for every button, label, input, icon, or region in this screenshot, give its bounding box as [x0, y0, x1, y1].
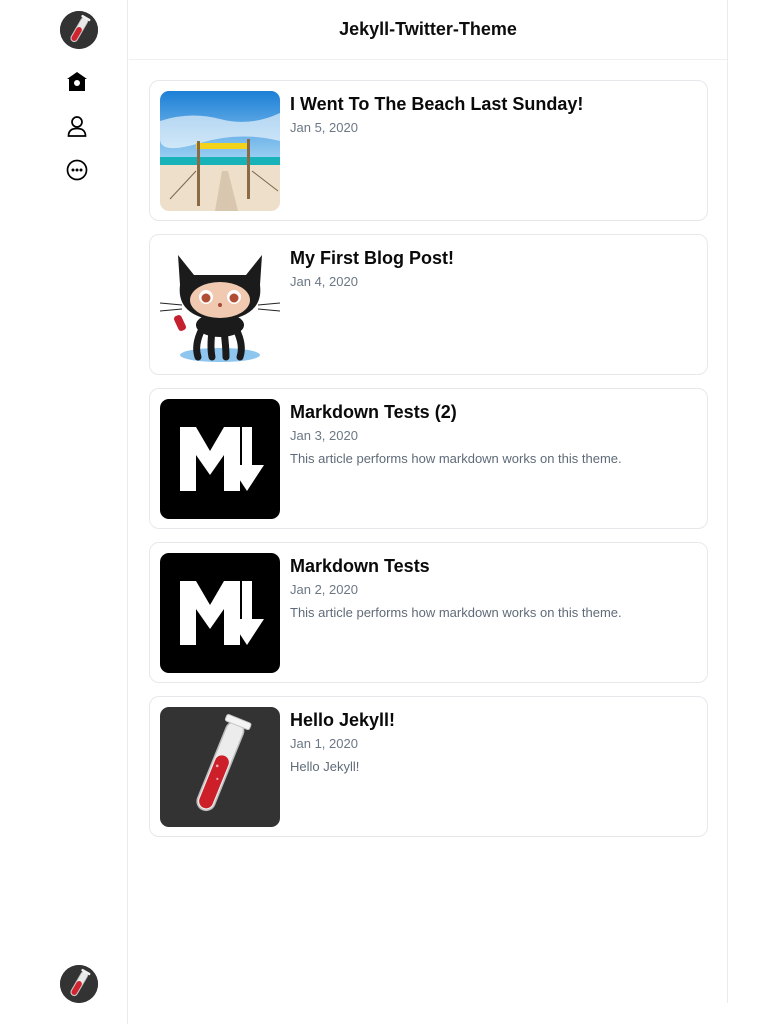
- post-date: Jan 5, 2020: [290, 120, 358, 135]
- test-tube-thumbnail[interactable]: [160, 707, 280, 827]
- page-header: Jekyll-Twitter-Theme: [129, 0, 727, 60]
- main-timeline: Jekyll-Twitter-Theme I Went To The Beach…: [129, 0, 728, 1003]
- post-excerpt: This article performs how markdown works…: [290, 605, 622, 620]
- user-icon[interactable]: [66, 115, 88, 137]
- post-excerpt: Hello Jekyll!: [290, 759, 360, 774]
- page-title: Jekyll-Twitter-Theme: [339, 19, 517, 39]
- post-date: Jan 2, 2020: [290, 582, 358, 597]
- post-date: Jan 4, 2020: [290, 274, 358, 289]
- post-excerpt: This article performs how markdown works…: [290, 451, 622, 466]
- beach-photo-thumbnail[interactable]: [160, 91, 280, 211]
- post-title[interactable]: My First Blog Post!: [290, 248, 454, 269]
- post-title[interactable]: I Went To The Beach Last Sunday!: [290, 94, 583, 115]
- site-logo-avatar[interactable]: [60, 11, 98, 49]
- post-card[interactable]: My First Blog Post! Jan 4, 2020: [149, 234, 708, 375]
- post-card[interactable]: Markdown Tests Jan 2, 2020 This article …: [149, 542, 708, 683]
- post-card[interactable]: Markdown Tests (2) Jan 3, 2020 This arti…: [149, 388, 708, 529]
- octocat-thumbnail[interactable]: [160, 245, 280, 365]
- post-title[interactable]: Markdown Tests (2): [290, 402, 457, 423]
- more-icon[interactable]: [66, 159, 88, 181]
- markdown-logo-thumbnail[interactable]: [160, 553, 280, 673]
- post-title[interactable]: Hello Jekyll!: [290, 710, 395, 731]
- home-icon[interactable]: [66, 71, 88, 93]
- post-card[interactable]: Hello Jekyll! Jan 1, 2020 Hello Jekyll!: [149, 696, 708, 837]
- account-avatar[interactable]: [60, 965, 98, 1003]
- post-title[interactable]: Markdown Tests: [290, 556, 430, 577]
- post-card[interactable]: I Went To The Beach Last Sunday! Jan 5, …: [149, 80, 708, 221]
- sidebar: [0, 0, 128, 1024]
- post-list: I Went To The Beach Last Sunday! Jan 5, …: [149, 80, 708, 850]
- post-date: Jan 3, 2020: [290, 428, 358, 443]
- markdown-logo-thumbnail[interactable]: [160, 399, 280, 519]
- post-date: Jan 1, 2020: [290, 736, 358, 751]
